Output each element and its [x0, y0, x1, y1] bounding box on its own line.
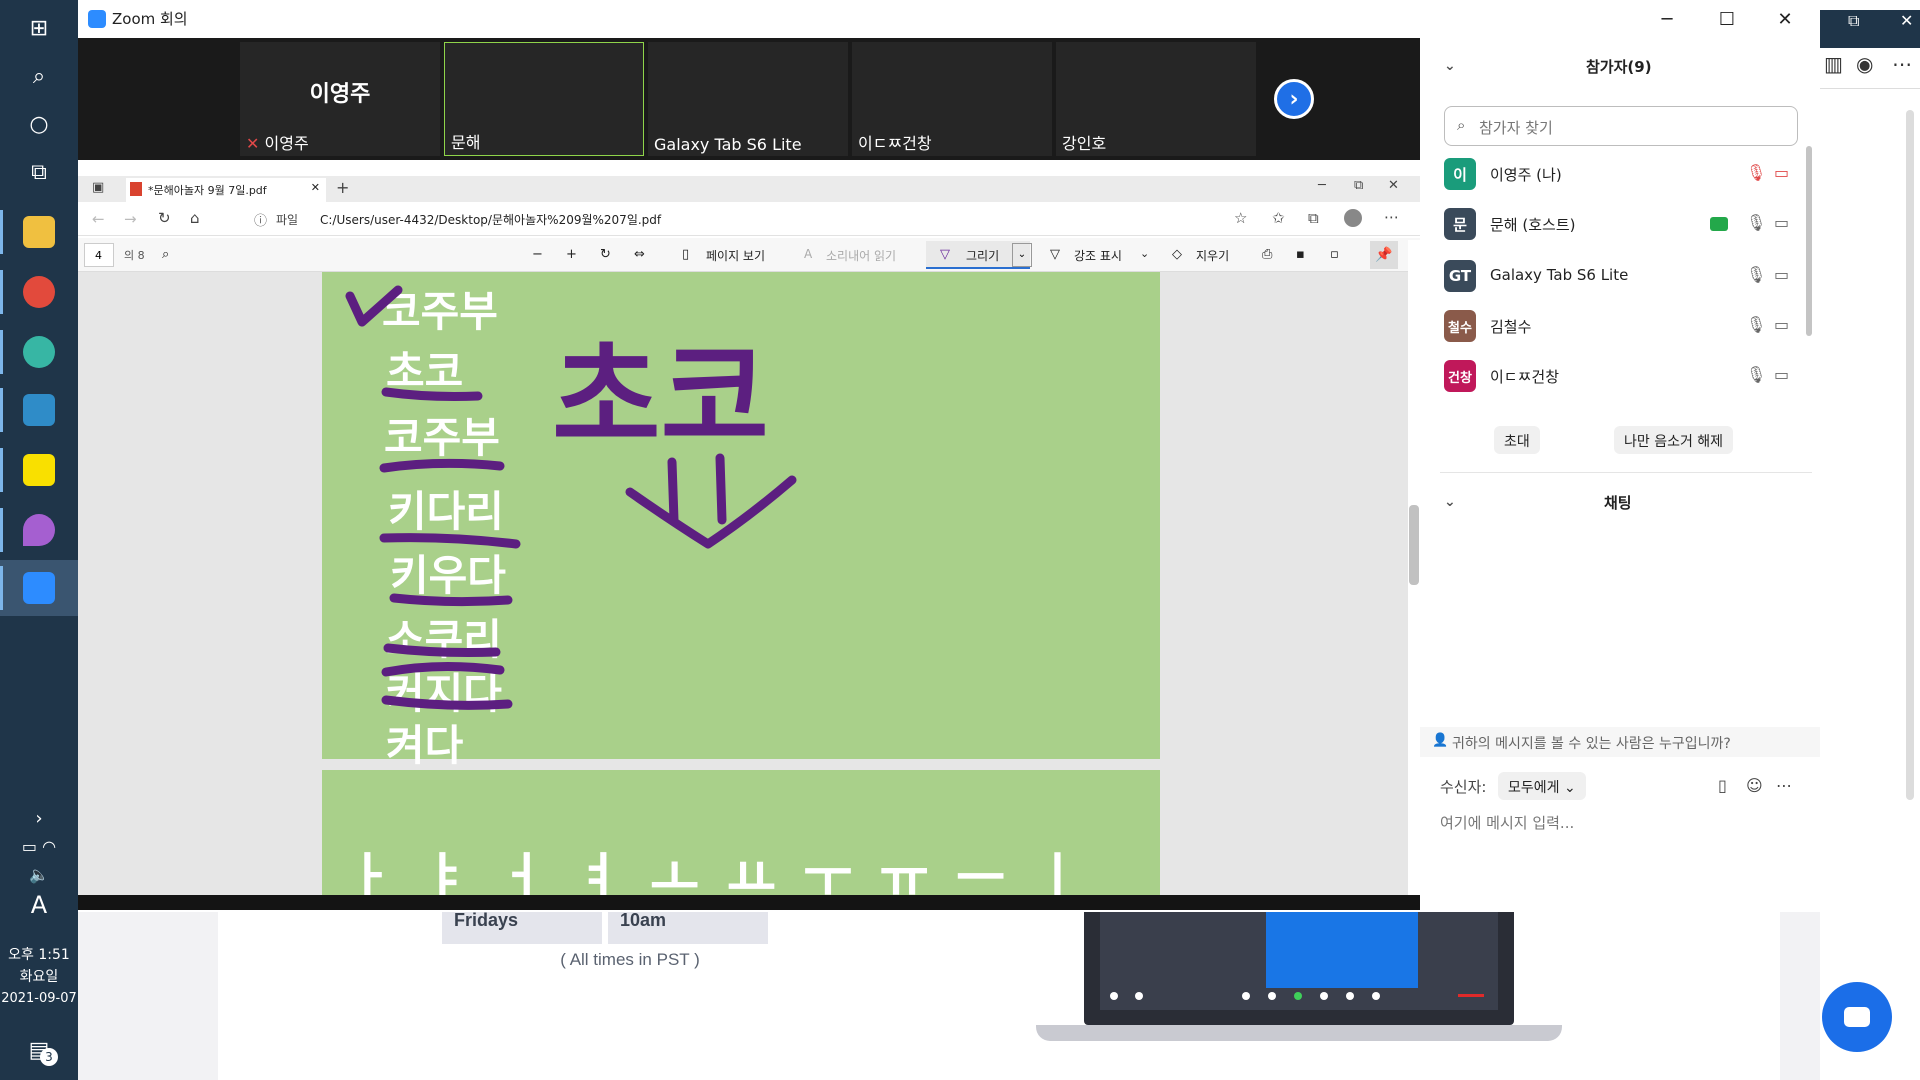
arrow-down-ink — [625, 453, 797, 549]
video-icon[interactable]: ▭ — [1774, 213, 1789, 232]
underline-ink-4 — [389, 593, 513, 607]
participant-row[interactable]: 건창 이ㄷㅉ건창 🎙 ▭ — [1444, 356, 1804, 396]
participant-row[interactable]: 문 문해 (호스트) 🎙 ▭ — [1444, 204, 1804, 244]
file-attach-icon[interactable]: ▯ — [1718, 776, 1727, 795]
chat-more-icon[interactable]: ⋯ — [1776, 776, 1792, 795]
avatar: 건창 — [1444, 360, 1476, 392]
panel-divider — [1440, 472, 1812, 473]
search-icon: ⌕ — [1457, 116, 1466, 134]
underline-ink-2 — [379, 458, 505, 473]
collapse-participants-icon[interactable]: ⌄ — [1444, 58, 1456, 74]
participant-name: 이ㄷㅉ건창 — [1490, 368, 1560, 386]
avatar: 문 — [1444, 208, 1476, 240]
unmute-myself-button[interactable]: 나만 음소거 해제 — [1614, 426, 1734, 454]
chat-message-input[interactable]: 여기에 메시지 입력... — [1440, 812, 1574, 833]
chat-header: 채팅 — [1604, 494, 1632, 512]
avatar: GT — [1444, 260, 1476, 292]
participant-row[interactable]: 철수 김철수 🎙 ▭ — [1444, 306, 1804, 346]
underline-ink-1 — [381, 387, 483, 401]
mic-icon[interactable]: 🎙 — [1746, 365, 1766, 384]
participant-row[interactable]: 이 이영주 (나) 🎙 ▭ — [1444, 154, 1804, 194]
participants-scrollbar[interactable] — [1806, 146, 1812, 336]
mic-muted-icon[interactable]: 🎙 — [1746, 163, 1766, 182]
collapse-chat-icon[interactable]: ⌄ — [1444, 494, 1456, 510]
participant-name: 이영주 (나) — [1490, 166, 1562, 184]
mic-icon[interactable]: 🎙 — [1746, 213, 1766, 232]
screen-share-icon — [1710, 217, 1728, 231]
person-visibility-icon: 👤 — [1432, 733, 1449, 748]
participants-header: 참가자(9) — [1586, 58, 1652, 76]
participant-search-input[interactable]: ⌕ 참가자 찾기 — [1444, 106, 1798, 146]
video-off-icon[interactable]: ▭ — [1774, 163, 1789, 182]
participant-name: 김철수 — [1490, 318, 1532, 336]
underline-ink-7 — [381, 695, 513, 710]
mic-icon[interactable]: 🎙 — [1746, 315, 1766, 334]
recipient-label: 수신자: — [1440, 778, 1487, 796]
recipient-select[interactable]: 모두에게 ⌄ — [1498, 772, 1586, 800]
search-placeholder: 참가자 찾기 — [1479, 119, 1553, 137]
underline-ink-5 — [383, 643, 501, 657]
video-icon[interactable]: ▭ — [1774, 365, 1789, 384]
avatar: 철수 — [1444, 310, 1476, 342]
chevron-down-icon: ⌄ — [1563, 780, 1576, 796]
mic-icon[interactable]: 🎙 — [1746, 265, 1766, 284]
avatar: 이 — [1444, 158, 1476, 190]
video-icon[interactable]: ▭ — [1774, 315, 1789, 334]
participant-name: 문해 (호스트) — [1490, 216, 1576, 234]
share-bottom-bar — [78, 895, 1420, 910]
underline-ink-3 — [379, 533, 521, 549]
participant-name: Galaxy Tab S6 Lite — [1490, 266, 1629, 284]
video-icon[interactable]: ▭ — [1774, 265, 1789, 284]
emoji-icon[interactable]: ☺ — [1746, 776, 1763, 795]
chat-visibility-note[interactable]: 👤 귀하의 메시지를 볼 수 있는 사람은 누구입니까? — [1420, 727, 1820, 757]
pdf-scroll-thumb[interactable] — [1409, 505, 1419, 585]
invite-button[interactable]: 초대 — [1494, 426, 1540, 454]
underline-ink-6 — [381, 661, 505, 677]
participant-row[interactable]: GT Galaxy Tab S6 Lite 🎙 ▭ — [1444, 256, 1804, 296]
check-mark-ink — [345, 285, 403, 327]
